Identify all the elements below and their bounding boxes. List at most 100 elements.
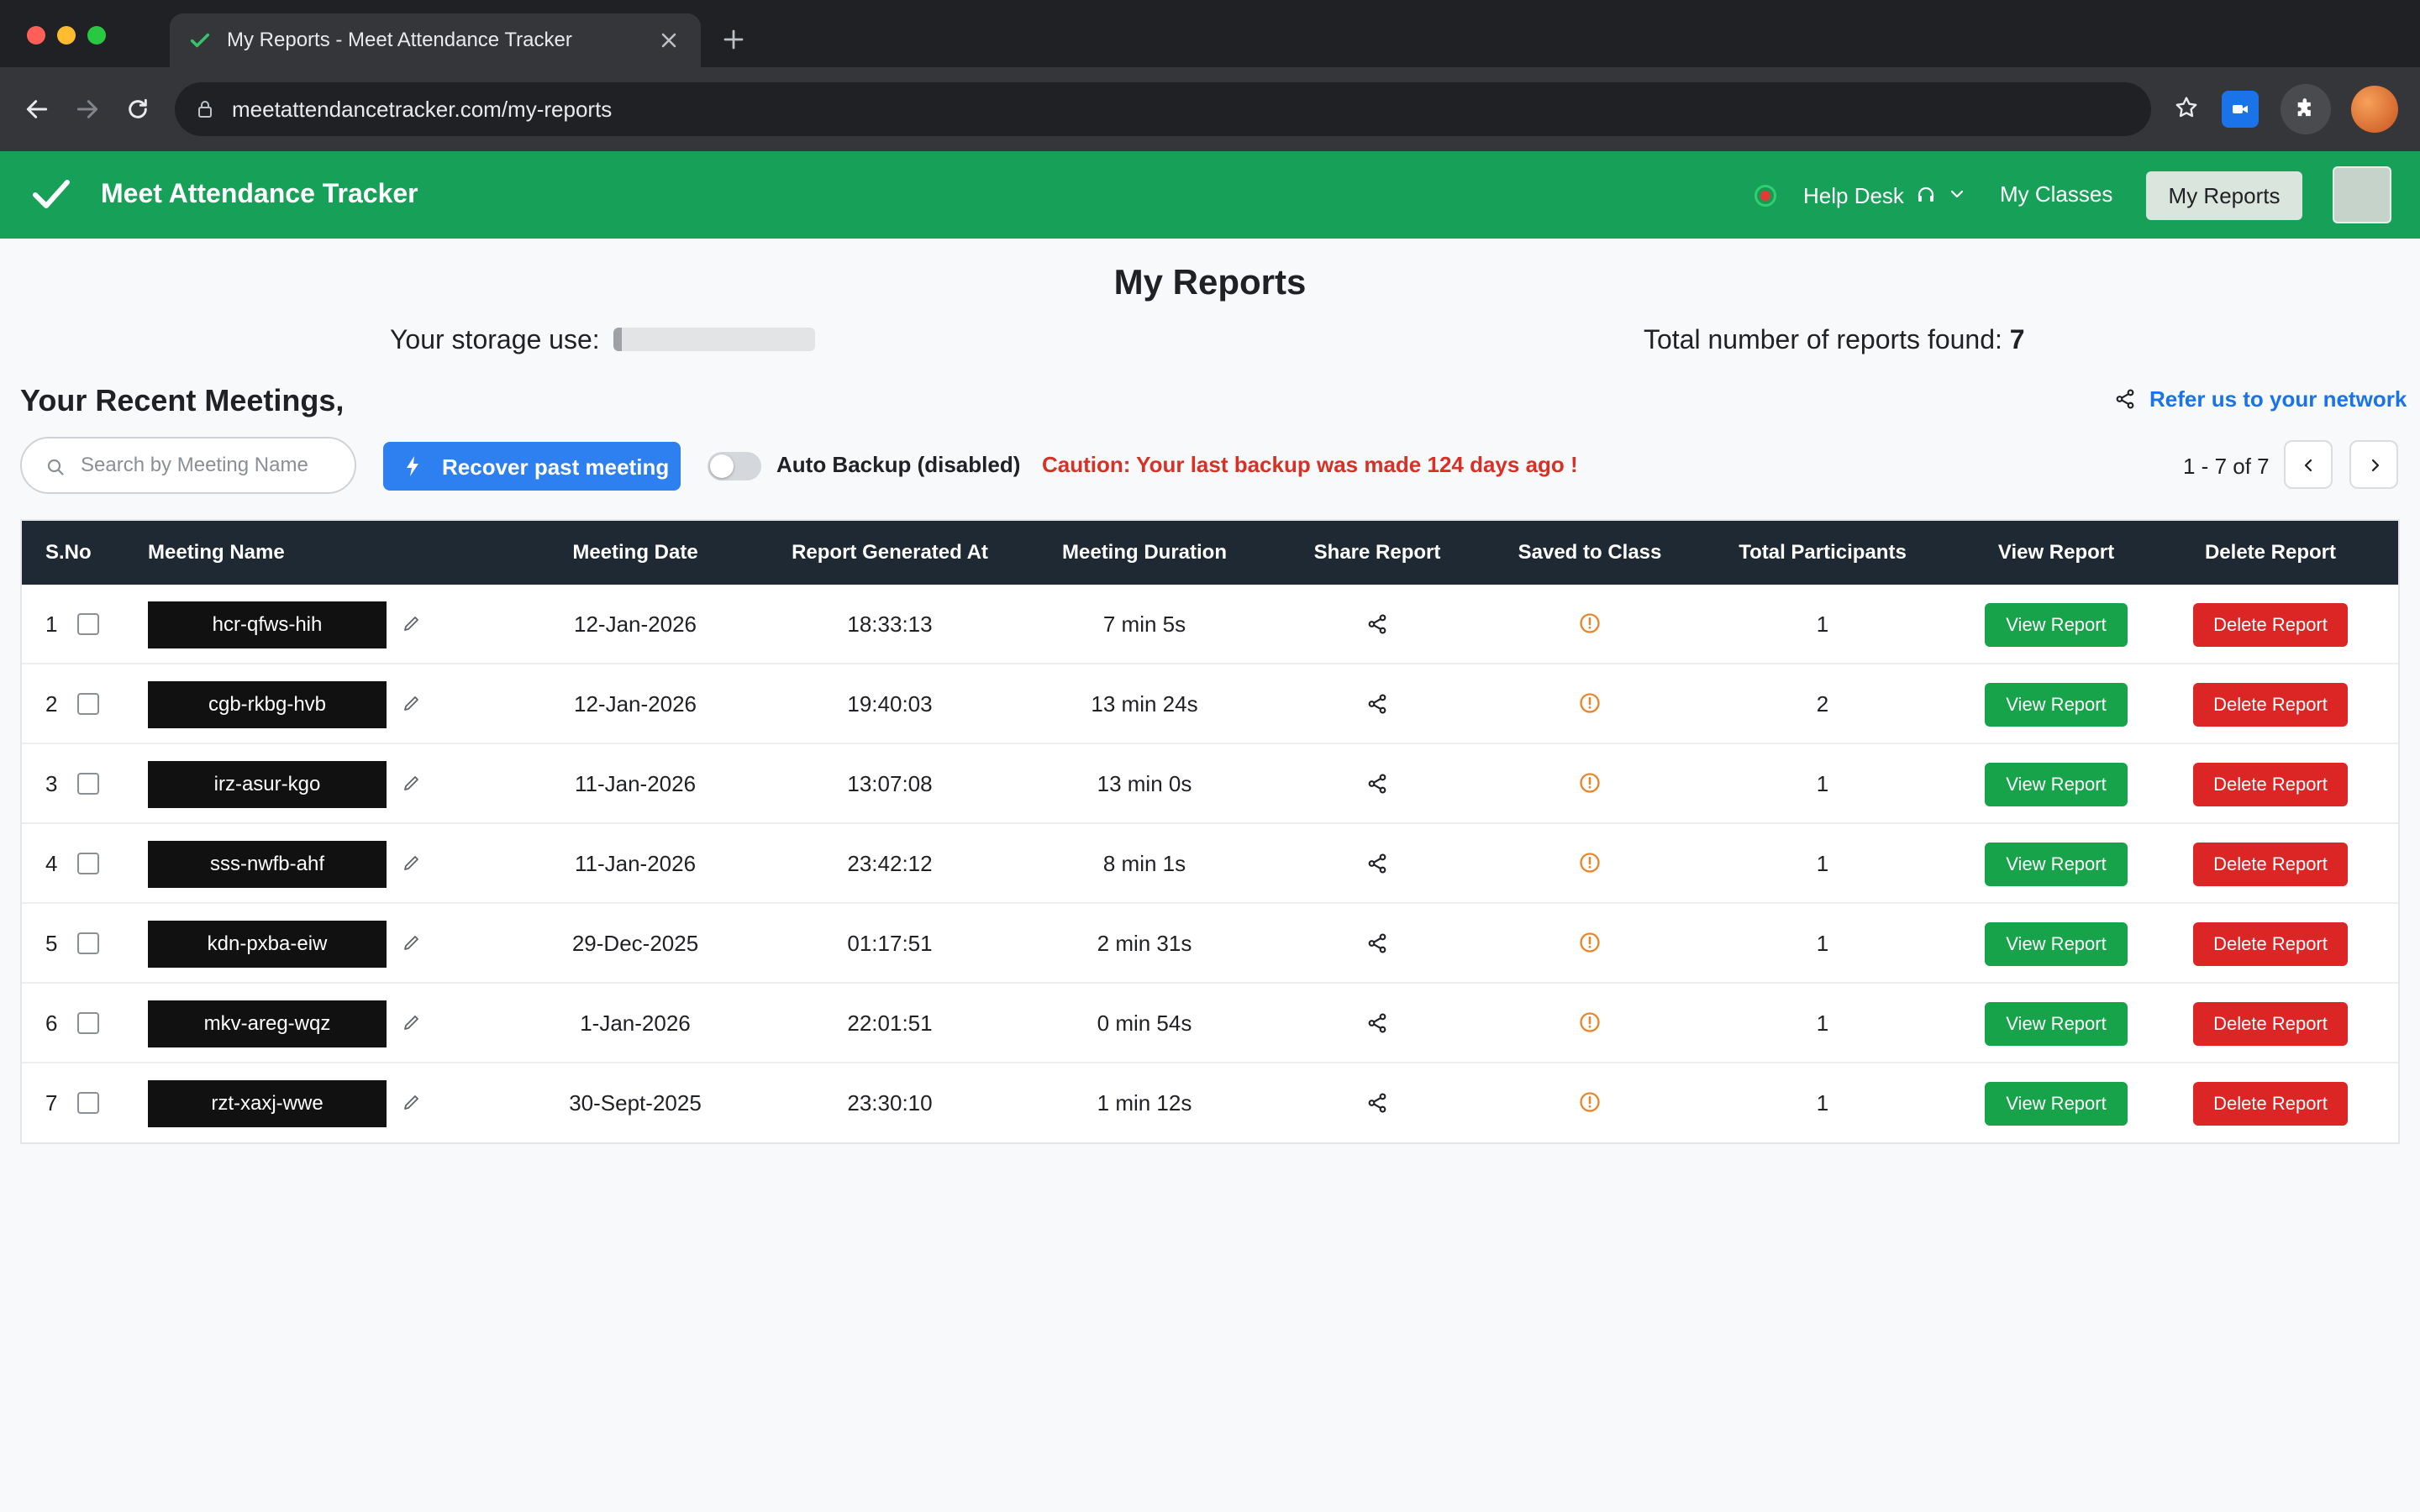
warning-circle-icon[interactable]: [1578, 691, 1602, 715]
warning-circle-icon[interactable]: [1578, 1011, 1602, 1034]
auto-backup-toggle[interactable]: [708, 452, 761, 480]
meeting-duration: 8 min 1s: [1102, 851, 1186, 876]
pagination-text: 1 - 7 of 7: [2183, 454, 2270, 479]
share-icon[interactable]: [1366, 1012, 1388, 1034]
forward-arrow-icon[interactable]: [74, 96, 101, 123]
table-row: 1 hcr-qfws-hih 12-Jan-2026 18:33:13 7 mi…: [22, 585, 2398, 664]
share-icon[interactable]: [1366, 613, 1388, 635]
search-box[interactable]: [20, 437, 356, 494]
chevron-left-icon: [2304, 459, 2312, 472]
row-checkbox[interactable]: [77, 773, 99, 795]
delete-report-button[interactable]: Delete Report: [2193, 1002, 2348, 1046]
address-bar[interactable]: meetattendancetracker.com/my-reports: [175, 82, 2151, 136]
view-report-button[interactable]: View Report: [1985, 922, 2128, 966]
nav-my-classes[interactable]: My Classes: [2000, 181, 2112, 207]
report-generated-at: 18:33:13: [847, 612, 933, 637]
meeting-name: kdn-pxba-eiw: [148, 921, 387, 968]
help-desk-link[interactable]: Help Desk: [1803, 183, 1904, 209]
total-reports-count: 7: [2009, 324, 2025, 354]
row-checkbox[interactable]: [77, 932, 99, 954]
edit-pencil-icon[interactable]: [402, 613, 422, 633]
share-icon[interactable]: [1366, 773, 1388, 795]
edit-pencil-icon[interactable]: [402, 932, 422, 953]
warning-circle-icon[interactable]: [1578, 851, 1602, 874]
view-report-button[interactable]: View Report: [1985, 1002, 2128, 1046]
share-icon[interactable]: [1366, 1092, 1388, 1114]
view-report-button[interactable]: View Report: [1985, 683, 2128, 727]
share-icon[interactable]: [1366, 693, 1388, 715]
report-generated-at: 19:40:03: [847, 691, 933, 717]
share-icon[interactable]: [1366, 853, 1388, 874]
warning-circle-icon[interactable]: [1578, 612, 1602, 635]
meeting-duration: 13 min 24s: [1091, 691, 1198, 717]
delete-report-button[interactable]: Delete Report: [2193, 1082, 2348, 1126]
edit-pencil-icon[interactable]: [402, 1092, 422, 1112]
close-icon[interactable]: [657, 29, 681, 52]
meeting-name: rzt-xaxj-wwe: [148, 1080, 387, 1127]
browser-profile-avatar[interactable]: [2351, 86, 2398, 133]
edit-pencil-icon[interactable]: [402, 773, 422, 793]
check-icon: [190, 33, 210, 48]
brand-name[interactable]: Meet Attendance Tracker: [101, 178, 418, 209]
meeting-name: sss-nwfb-ahf: [148, 841, 387, 888]
storage-usage-bar: [613, 328, 815, 351]
edit-pencil-icon[interactable]: [402, 1012, 422, 1032]
delete-report-button[interactable]: Delete Report: [2193, 843, 2348, 886]
row-checkbox[interactable]: [77, 613, 99, 635]
report-generated-at: 23:30:10: [847, 1090, 933, 1116]
previous-page-button[interactable]: [2284, 440, 2333, 489]
view-report-button[interactable]: View Report: [1985, 1082, 2128, 1126]
meeting-duration: 13 min 0s: [1097, 771, 1192, 796]
row-sno: 5: [45, 931, 58, 956]
window-minimize-dot[interactable]: [57, 26, 76, 45]
chevron-down-icon[interactable]: [1949, 188, 1965, 200]
window-maximize-dot[interactable]: [87, 26, 106, 45]
video-extension-button[interactable]: [2222, 91, 2259, 128]
warning-circle-icon[interactable]: [1578, 771, 1602, 795]
nav-my-reports[interactable]: My Reports: [2146, 171, 2302, 220]
column-header: Total Participants: [1739, 541, 1907, 564]
browser-tab[interactable]: My Reports - Meet Attendance Tracker: [170, 13, 701, 67]
meeting-date: 12-Jan-2026: [574, 612, 697, 637]
reload-icon[interactable]: [124, 96, 151, 123]
toggle-knob: [710, 454, 734, 478]
row-checkbox[interactable]: [77, 693, 99, 715]
auto-backup-label: Auto Backup (disabled): [776, 452, 1021, 477]
meeting-duration: 7 min 5s: [1102, 612, 1186, 637]
user-avatar[interactable]: [2333, 166, 2391, 223]
delete-report-button[interactable]: Delete Report: [2193, 683, 2348, 727]
column-header: Delete Report: [2204, 541, 2337, 564]
delete-report-button[interactable]: Delete Report: [2193, 922, 2348, 966]
view-report-button[interactable]: View Report: [1985, 843, 2128, 886]
warning-circle-icon[interactable]: [1578, 1090, 1602, 1114]
plus-icon[interactable]: [721, 27, 746, 52]
star-icon[interactable]: [2173, 94, 2200, 121]
report-generated-at: 13:07:08: [847, 771, 933, 796]
table-row: 7 rzt-xaxj-wwe 30-Sept-2025 23:30:10 1 m…: [22, 1063, 2398, 1143]
delete-report-button[interactable]: Delete Report: [2193, 763, 2348, 806]
search-input[interactable]: [81, 450, 341, 480]
meeting-name: cgb-rkbg-hvb: [148, 681, 387, 728]
app-header: Meet Attendance Tracker Help Desk My Cla…: [0, 151, 2420, 239]
row-checkbox[interactable]: [77, 1092, 99, 1114]
meeting-name: mkv-areg-wqz: [148, 1000, 387, 1047]
edit-pencil-icon[interactable]: [402, 693, 422, 713]
share-icon[interactable]: [2114, 388, 2136, 410]
share-icon[interactable]: [1366, 932, 1388, 954]
report-generated-at: 23:42:12: [847, 851, 933, 876]
meeting-date: 30-Sept-2025: [569, 1090, 702, 1116]
row-checkbox[interactable]: [77, 1012, 99, 1034]
back-arrow-icon[interactable]: [24, 96, 50, 123]
view-report-button[interactable]: View Report: [1985, 763, 2128, 806]
row-checkbox[interactable]: [77, 853, 99, 874]
next-page-button[interactable]: [2349, 440, 2398, 489]
edit-pencil-icon[interactable]: [402, 853, 422, 873]
delete-report-button[interactable]: Delete Report: [2193, 603, 2348, 647]
warning-circle-icon[interactable]: [1578, 931, 1602, 954]
refer-network-link[interactable]: Refer us to your network: [2149, 386, 2407, 412]
view-report-button[interactable]: View Report: [1985, 603, 2128, 647]
extensions-button[interactable]: [2281, 84, 2331, 134]
recover-past-meeting-button[interactable]: Recover past meeting: [383, 442, 681, 491]
window-close-dot[interactable]: [27, 26, 45, 45]
total-participants: 2: [1816, 691, 1829, 717]
